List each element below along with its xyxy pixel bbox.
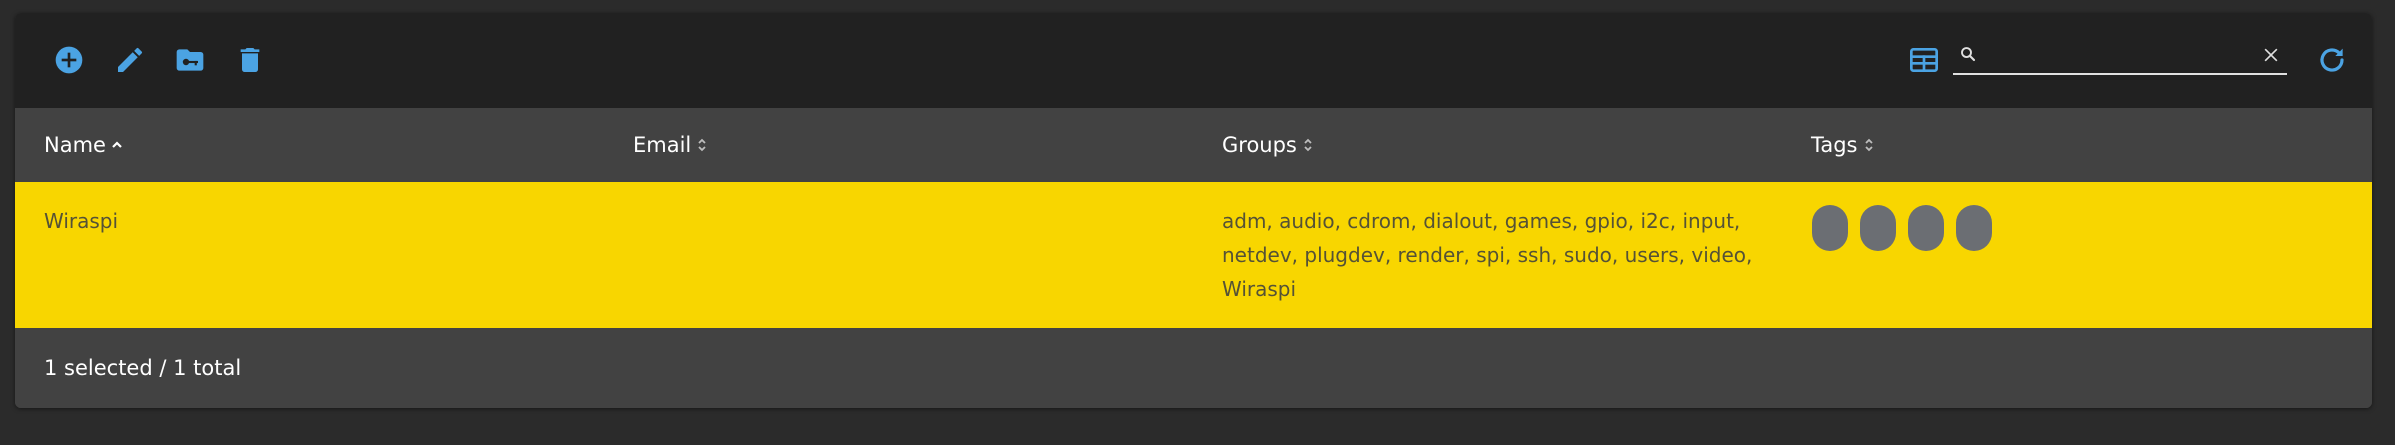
column-header-name[interactable]: Name <box>44 108 124 182</box>
sort-unsorted-icon <box>698 138 706 152</box>
refresh-button[interactable] <box>2312 40 2352 80</box>
search-input[interactable] <box>1987 41 2241 71</box>
sort-unsorted-icon <box>1864 138 1873 152</box>
column-header-groups[interactable]: Groups <box>1222 108 1315 182</box>
sort-ascending-icon <box>112 141 122 148</box>
column-header-label: Tags <box>1811 133 1858 157</box>
cell-groups: adm, audio, cdrom, dialout, games, gpio,… <box>1222 209 1753 301</box>
tag-chip[interactable] <box>1860 205 1896 251</box>
delete-button[interactable] <box>230 40 270 80</box>
table-footer: 1 selected / 1 total <box>15 328 2372 408</box>
add-button[interactable] <box>49 40 89 80</box>
trash-icon <box>240 48 260 72</box>
tag-chip[interactable] <box>1812 205 1848 251</box>
clear-search-button[interactable] <box>2259 43 2283 67</box>
users-table-panel: Name Email Groups Tags Wiraspi adm, audi… <box>15 13 2372 408</box>
toolbar <box>15 13 2372 108</box>
column-header-label: Name <box>44 133 106 157</box>
tag-chip[interactable] <box>1908 205 1944 251</box>
table-columns-icon <box>1910 48 1938 72</box>
cell-name: Wiraspi <box>44 209 119 233</box>
tag-chip[interactable] <box>1956 205 1992 251</box>
cell-tags <box>1812 205 1992 251</box>
column-header-label: Email <box>633 133 692 157</box>
edit-button[interactable] <box>110 40 150 80</box>
folder-key-icon <box>176 49 204 71</box>
close-icon <box>2264 48 2278 62</box>
column-header-email[interactable]: Email <box>633 108 709 182</box>
selection-status: 1 selected / 1 total <box>44 356 242 380</box>
table-header: Name Email Groups Tags <box>15 108 2372 183</box>
add-circle-icon <box>55 46 83 74</box>
set-password-button[interactable] <box>170 40 210 80</box>
sort-unsorted-icon <box>1304 138 1312 152</box>
column-header-label: Groups <box>1222 133 1297 157</box>
column-toggle-button[interactable] <box>1904 40 1944 80</box>
search-icon <box>1961 47 1976 62</box>
refresh-icon <box>2320 48 2344 72</box>
search-box <box>1953 37 2287 75</box>
table-row[interactable]: Wiraspi adm, audio, cdrom, dialout, game… <box>15 182 2372 328</box>
column-header-tags[interactable]: Tags <box>1811 108 1876 182</box>
edit-pencil-icon <box>118 47 143 72</box>
